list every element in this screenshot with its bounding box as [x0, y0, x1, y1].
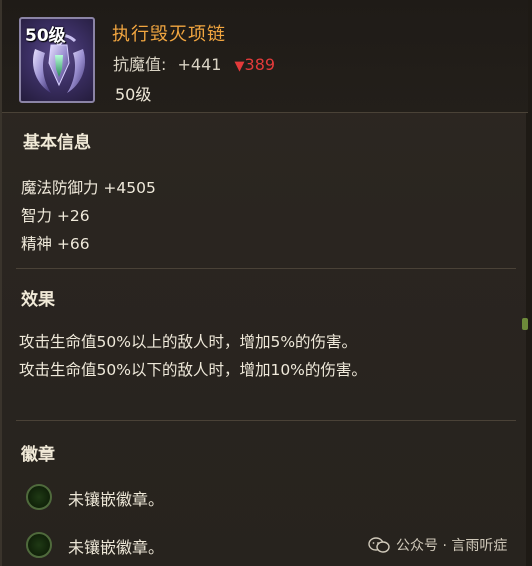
- basic-info-line: 魔法防御力 +4505: [21, 179, 156, 197]
- item-header: 50级 执行毁灭项链 抗魔值: +441 ▼389 50级: [2, 0, 528, 113]
- effect-line: 攻击生命值50%以上的敌人时，增加5%的伤害。: [19, 333, 358, 351]
- watermark-text: 公众号 · 言雨听症: [396, 538, 508, 554]
- section-divider: [16, 420, 516, 421]
- watermark: 公众号 · 言雨听症: [368, 535, 507, 555]
- emblem-slot-label: 未镶嵌徽章。: [68, 490, 165, 509]
- section-divider: [16, 268, 516, 269]
- item-level-badge: 50级: [25, 26, 66, 46]
- emblem-socket-icon[interactable]: [26, 484, 52, 510]
- item-tooltip-panel: 50级 执行毁灭项链 抗魔值: +441 ▼389 50级 基本信息 魔法防御力…: [0, 0, 532, 566]
- emblem-title: 徽章: [21, 445, 55, 465]
- item-name: 执行毁灭项链: [112, 24, 226, 45]
- effect-title: 效果: [21, 290, 55, 310]
- primary-stat-value: +441: [177, 55, 222, 74]
- emblem-slot-label: 未镶嵌徽章。: [68, 538, 165, 557]
- basic-info-title: 基本信息: [23, 133, 91, 153]
- required-level: 50级: [115, 85, 152, 104]
- compare-value: 389: [244, 55, 276, 74]
- effect-line: 攻击生命值50%以下的敌人时，增加10%的伤害。: [19, 361, 367, 379]
- basic-info-line: 精神 +66: [21, 235, 90, 253]
- emblem-socket-icon[interactable]: [26, 532, 52, 558]
- scrollbar-thumb[interactable]: [522, 318, 528, 330]
- primary-stat-label: 抗魔值:: [113, 55, 167, 74]
- primary-stat-line: 抗魔值: +441 ▼389: [113, 51, 275, 75]
- wechat-icon: [368, 537, 390, 553]
- basic-info-line: 智力 +26: [21, 207, 90, 225]
- decrease-arrow-icon: ▼: [234, 59, 245, 74]
- necklace-icon[interactable]: 50级: [19, 17, 95, 103]
